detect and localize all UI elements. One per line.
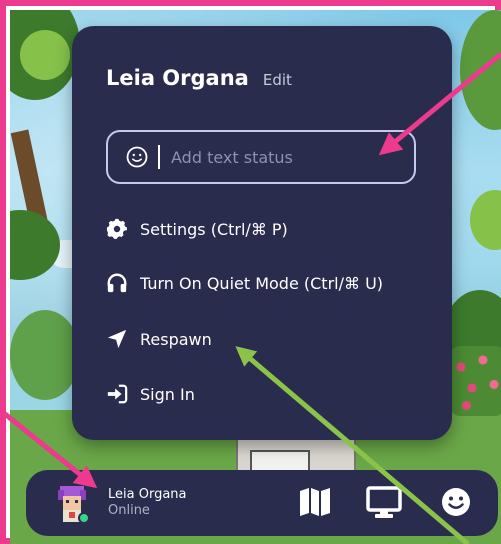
bar-user-status: Online [108,503,150,518]
menu-item-label: Sign In [140,384,195,404]
menu-item-label: Settings (Ctrl/⌘ P) [140,219,288,239]
monitor-icon[interactable] [366,486,402,520]
headphones-icon [107,273,127,293]
status-input-box[interactable] [106,130,416,184]
map-icon[interactable] [298,486,332,518]
menu-item-settings[interactable]: Settings (Ctrl/⌘ P) [106,218,288,240]
smiley-icon[interactable] [440,486,472,518]
menu-item-sign-in[interactable]: Sign In [106,383,195,405]
smiley-icon [126,146,148,168]
flower-bush [450,346,501,416]
edit-name-link[interactable]: Edit [263,71,292,89]
menu-item-quiet-mode[interactable]: Turn On Quiet Mode (Ctrl/⌘ U) [106,272,383,294]
menu-item-label: Turn On Quiet Mode (Ctrl/⌘ U) [140,273,384,293]
online-status-dot [78,512,90,524]
user-name: Leia Organa [106,66,249,90]
text-caret [158,145,160,169]
gear-icon [106,218,127,239]
bottom-toolbar: Leia Organa Online [26,470,498,536]
bar-user-name: Leia Organa [108,487,187,502]
user-menu-popup: Leia Organa Edit Settings (Ctrl/⌘ P) Tur… [72,26,452,440]
sign-in-icon [107,384,128,404]
status-input[interactable] [171,147,401,167]
menu-item-label: Respawn [140,329,212,349]
location-arrow-icon [107,329,127,349]
menu-header: Leia Organa Edit [106,66,292,90]
menu-item-respawn[interactable]: Respawn [106,328,212,350]
